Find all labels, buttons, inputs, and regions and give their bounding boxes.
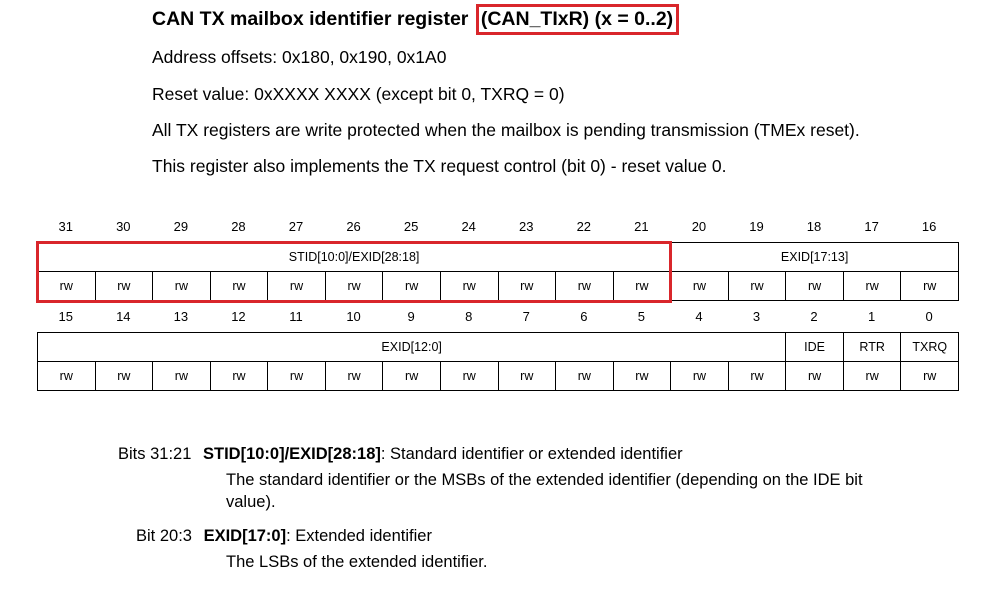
access-cell: rw bbox=[785, 271, 844, 301]
bit-number: 19 bbox=[749, 219, 764, 234]
bit-number: 15 bbox=[58, 309, 73, 324]
bit-number: 0 bbox=[925, 309, 933, 324]
bit-number: 4 bbox=[695, 309, 703, 324]
upper-field-row: STID[10:0]/EXID[28:18] EXID[17:13] bbox=[36, 242, 959, 272]
bit-number: 25 bbox=[403, 219, 419, 234]
bit-number: 10 bbox=[346, 309, 361, 324]
bit-number: 2 bbox=[810, 309, 818, 324]
lower-bit-numbers: 15 14 13 12 11 10 9 8 7 6 5 4 3 2 1 0 bbox=[37, 307, 958, 327]
bit-number: 20 bbox=[691, 219, 707, 234]
desc-stid-detail-1: The standard identifier or the MSBs of t… bbox=[226, 471, 863, 489]
desc-exid-heading: Bit 20:3 EXID[17:0]: Extended identifier bbox=[136, 525, 432, 547]
bit-number: 26 bbox=[346, 219, 361, 234]
bit-number: 6 bbox=[580, 309, 588, 324]
access-cell: rw bbox=[497, 271, 557, 301]
desc-stid-detail-2: value). bbox=[226, 493, 276, 511]
access-cell: rw bbox=[209, 361, 269, 391]
access-cell: rw bbox=[324, 361, 384, 391]
bit-number: 30 bbox=[116, 219, 131, 234]
bit-number: 12 bbox=[231, 309, 246, 324]
desc-exid-detail-1: The LSBs of the extended identifier. bbox=[226, 553, 488, 571]
bit-number: 24 bbox=[461, 219, 476, 234]
bit-number: 16 bbox=[921, 219, 937, 234]
access-cell: rw bbox=[842, 361, 902, 391]
reset-value: Reset value: 0xXXXX XXXX (except bit 0, … bbox=[152, 84, 565, 104]
access-cell: rw bbox=[727, 271, 787, 301]
bit-number: 5 bbox=[637, 309, 645, 324]
access-cell: rw bbox=[555, 361, 614, 391]
access-cell: rw bbox=[267, 271, 326, 301]
bit-number: 23 bbox=[519, 219, 534, 234]
bit-number: 14 bbox=[116, 309, 131, 324]
access-cell: rw bbox=[439, 271, 499, 301]
upper-register-table: STID[10:0]/EXID[28:18] EXID[17:13] rw rw… bbox=[36, 242, 959, 301]
bit-number: 3 bbox=[752, 309, 761, 324]
access-cell: rw bbox=[900, 271, 959, 301]
register-title-main: CAN TX mailbox identifier register bbox=[152, 8, 474, 30]
bit-number: 31 bbox=[58, 219, 73, 234]
bit-number: 13 bbox=[173, 309, 189, 324]
access-cell: rw bbox=[612, 271, 672, 301]
upper-access-row: rw rw rw rw rw rw rw rw rw rw rw rw rw r… bbox=[37, 271, 959, 301]
lower-register-table: EXID[12:0] IDE RTR TXRQ rw rw rw rw rw r… bbox=[36, 332, 959, 391]
field-stid-exid-28-18: STID[10:0]/EXID[28:18] bbox=[36, 242, 672, 272]
access-cell: rw bbox=[785, 361, 844, 391]
bit-number: 27 bbox=[288, 219, 304, 234]
field-rtr: RTR bbox=[842, 332, 902, 362]
access-cell: rw bbox=[152, 271, 211, 301]
access-cell: rw bbox=[555, 271, 614, 301]
write-protect-note: All TX registers are write protected whe… bbox=[152, 120, 860, 140]
access-cell: rw bbox=[94, 361, 154, 391]
access-cell: rw bbox=[94, 271, 154, 301]
desc-summary: : Extended identifier bbox=[286, 527, 432, 545]
lower-access-row: rw rw rw rw rw rw rw rw rw rw rw rw rw r… bbox=[37, 361, 959, 391]
access-cell: rw bbox=[900, 361, 959, 391]
address-offsets: Address offsets: 0x180, 0x190, 0x1A0 bbox=[152, 47, 447, 67]
access-cell: rw bbox=[209, 271, 269, 301]
access-cell: rw bbox=[727, 361, 787, 391]
access-cell: rw bbox=[382, 271, 441, 301]
lower-field-row: EXID[12:0] IDE RTR TXRQ bbox=[36, 332, 959, 362]
access-cell: rw bbox=[382, 361, 441, 391]
access-cell: rw bbox=[267, 361, 326, 391]
bit-number: 28 bbox=[231, 219, 246, 234]
desc-field-name: STID[10:0]/EXID[28:18] bbox=[202, 445, 381, 463]
field-exid-17-13: EXID[17:13] bbox=[670, 242, 959, 272]
register-title: CAN TX mailbox identifier register (CAN_… bbox=[152, 4, 680, 35]
access-cell: rw bbox=[842, 271, 902, 301]
bit-number: 21 bbox=[634, 219, 649, 234]
field-ide: IDE bbox=[785, 332, 844, 362]
field-exid-12-0: EXID[12:0] bbox=[36, 332, 787, 362]
bit-number: 7 bbox=[522, 309, 530, 324]
bit-number: 8 bbox=[465, 309, 473, 324]
access-cell: rw bbox=[37, 361, 96, 391]
access-cell: rw bbox=[670, 271, 729, 301]
access-cell: rw bbox=[152, 361, 211, 391]
access-cell: rw bbox=[670, 361, 729, 391]
bit-number: 1 bbox=[867, 309, 876, 324]
tx-request-note: This register also implements the TX req… bbox=[152, 156, 727, 176]
access-cell: rw bbox=[497, 361, 557, 391]
desc-bits-range: Bit 20:3 bbox=[136, 527, 192, 545]
desc-stid-heading: Bits 31:21 STID[10:0]/EXID[28:18]: Stand… bbox=[118, 443, 683, 465]
bit-number: 18 bbox=[806, 219, 822, 234]
desc-bits-range: Bits 31:21 bbox=[118, 445, 192, 463]
desc-field-name: EXID[17:0] bbox=[203, 527, 287, 545]
register-title-highlight: (CAN_TIxR) (x = 0..2) bbox=[475, 4, 680, 35]
upper-bit-numbers: 31 30 29 28 27 26 25 24 23 22 21 20 19 1… bbox=[37, 217, 958, 237]
access-cell: rw bbox=[324, 271, 384, 301]
bit-number: 11 bbox=[289, 309, 303, 324]
desc-summary: : Standard identifier or extended identi… bbox=[380, 445, 683, 463]
field-txrq: TXRQ bbox=[900, 332, 959, 362]
bit-number: 22 bbox=[576, 219, 592, 234]
access-cell: rw bbox=[37, 271, 96, 301]
bit-number: 17 bbox=[864, 219, 879, 234]
access-cell: rw bbox=[612, 361, 672, 391]
bit-number: 9 bbox=[407, 309, 415, 324]
bit-number: 29 bbox=[173, 219, 189, 234]
access-cell: rw bbox=[439, 361, 499, 391]
